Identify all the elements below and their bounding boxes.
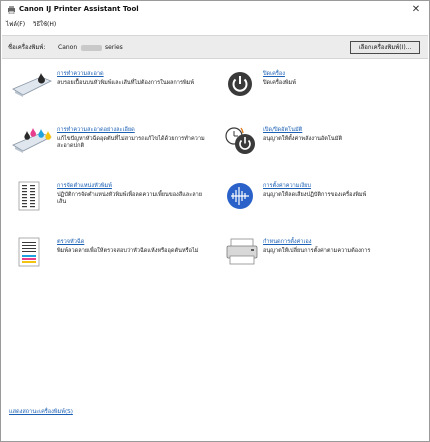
feature-desc-quiet-settings: อนุญาตให้ลดเสียงปฏิบัติการของเครื่องพิมพ…: [263, 192, 367, 198]
quiet-settings-icon: [227, 183, 253, 209]
feature-custom-settings[interactable]: กำหนดการตั้งค่าเอง อนุญาตให้เปลี่ยนการตั…: [223, 237, 423, 277]
feature-desc-auto-power: อนุญาตให้ตั้งค่าพลังงานอัตโนมัติ: [263, 136, 343, 142]
feature-title-auto-power[interactable]: เปิด/ปิดอัตโนมัติ: [263, 127, 302, 134]
feature-title-power-off[interactable]: ปิดเครื่อง: [263, 71, 285, 78]
window-title: Canon IJ Printer Assistant Tool: [19, 5, 139, 13]
select-printer-button[interactable]: เลือกเครื่องพิมพ์(I)...: [350, 41, 420, 54]
printer-model-redacted: [81, 45, 102, 51]
feature-title-cleaning[interactable]: การทำความสะอาด: [57, 71, 104, 78]
assistant-tool-window: Canon IJ Printer Assistant Tool ✕ ไฟล์(F…: [0, 0, 430, 442]
menu-file[interactable]: ไฟล์(F): [6, 20, 25, 29]
view-printer-status-link[interactable]: แสดงสถานะเครื่องพิมพ์(S): [9, 409, 73, 416]
feature-desc-head-alignment: ปฏิบัติการจัดตำแหน่งหัวพิมพ์เพื่อลดความเ…: [57, 192, 203, 205]
feature-desc-nozzle-check: พิมพ์ลวดลายเพื่อให้ตรวจสอบว่าหัวฉีดแห้งห…: [57, 248, 199, 254]
menu-help[interactable]: วิธีใช้(H): [33, 20, 56, 29]
nozzle-check-icon: [18, 237, 40, 267]
feature-head-alignment[interactable]: การจัดตำแหน่งหัวพิมพ์ ปฏิบัติการจัดตำแหน…: [11, 181, 206, 221]
feature-title-custom-settings[interactable]: กำหนดการตั้งค่าเอง: [263, 239, 311, 246]
custom-settings-icon: [226, 238, 258, 265]
feature-deep-cleaning[interactable]: การทำความสะอาดอย่างละเอียด แก้ไขปัญหาหัว…: [11, 125, 206, 165]
feature-cleaning[interactable]: การทำความสะอาด ลบรอยเปื้อนบนหัวพิมพ์และเ…: [11, 69, 206, 109]
auto-power-icon: [225, 127, 255, 154]
feature-auto-power[interactable]: เปิด/ปิดอัตโนมัติ อนุญาตให้ตั้งค่าพลังงา…: [223, 125, 423, 165]
feature-desc-power-off: ปิดเครื่องพิมพ์: [263, 80, 296, 86]
printer-model-prefix: Canon: [58, 44, 78, 51]
nozzle-cleaning-icon: [12, 73, 52, 97]
print-head-alignment-icon: [18, 181, 40, 211]
printer-app-icon: [8, 6, 15, 14]
feature-quiet-settings[interactable]: การตั้งค่าความเงียบ อนุญาตให้ลดเสียงปฏิบ…: [223, 181, 423, 221]
feature-nozzle-check[interactable]: ตรวจหัวฉีด พิมพ์ลวดลายเพื่อให้ตรวจสอบว่า…: [11, 237, 206, 277]
printer-bar: ชื่อเครื่องพิมพ์: Canon series เลือกเครื…: [2, 35, 428, 59]
printer-name-label: ชื่อเครื่องพิมพ์:: [8, 44, 46, 51]
power-off-icon: [228, 72, 252, 96]
deep-cleaning-icon: [12, 128, 52, 153]
feature-power-off[interactable]: ปิดเครื่อง ปิดเครื่องพิมพ์: [223, 69, 423, 109]
feature-title-head-alignment[interactable]: การจัดตำแหน่งหัวพิมพ์: [57, 183, 112, 190]
feature-desc-cleaning: ลบรอยเปื้อนบนหัวพิมพ์และเส้นที่ไม่ต้องกา…: [57, 80, 195, 86]
close-icon[interactable]: ✕: [409, 3, 423, 17]
feature-title-deep-cleaning[interactable]: การทำความสะอาดอย่างละเอียด: [57, 127, 135, 134]
feature-title-nozzle-check[interactable]: ตรวจหัวฉีด: [57, 239, 84, 246]
title-bar: Canon IJ Printer Assistant Tool ✕: [1, 1, 429, 19]
menu-bar: ไฟล์(F) วิธีใช้(H): [1, 19, 429, 31]
feature-desc-custom-settings: อนุญาตให้เปลี่ยนการตั้งค่าตามความต้องการ: [263, 248, 371, 254]
feature-desc-deep-cleaning: แก้ไขปัญหาหัวฉีดอุดตันที่ไม่สามารถแก้ไขไ…: [57, 136, 205, 149]
printer-model-suffix: series: [105, 44, 123, 51]
feature-title-quiet-settings[interactable]: การตั้งค่าความเงียบ: [263, 183, 311, 190]
